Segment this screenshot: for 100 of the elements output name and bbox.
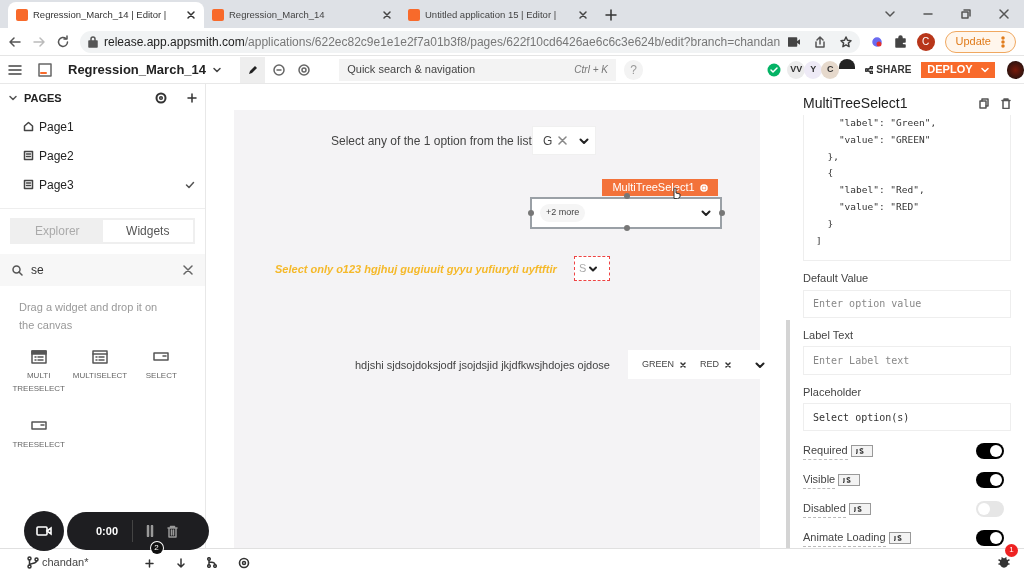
pause-icon[interactable] [145, 525, 156, 537]
js-toggle-icon[interactable] [848, 503, 871, 515]
settings-icon[interactable] [237, 556, 250, 569]
widget-label[interactable]: TREESELECT [9, 438, 68, 451]
user-avatar[interactable]: Y [804, 60, 823, 79]
chevron-down-icon [980, 65, 989, 74]
star-icon[interactable] [839, 35, 852, 48]
back-icon[interactable] [8, 34, 22, 49]
page-item[interactable]: Page1 [0, 112, 205, 141]
field-label: Select only o123 hgjhuj gugiuuit gyyu yufiuryti uyftftir [275, 262, 557, 277]
new-tab-icon[interactable] [604, 8, 618, 22]
favicon-icon [408, 9, 420, 21]
restore-icon[interactable] [960, 8, 972, 20]
logo-icon[interactable] [38, 62, 52, 77]
close-icon[interactable] [680, 361, 686, 368]
edit-mode-button[interactable] [240, 56, 266, 83]
branch-icon [27, 556, 39, 569]
extension-icon[interactable] [869, 34, 884, 49]
page-item[interactable]: Page3 [0, 170, 205, 199]
widget-label[interactable]: MULTISELECT [71, 369, 129, 382]
camera-icon[interactable] [787, 36, 800, 47]
delete-icon[interactable] [1001, 98, 1011, 109]
multi-select-field[interactable]: +2 more [530, 197, 722, 229]
user-avatar[interactable]: C [821, 60, 840, 79]
shortcut-hint: Ctrl + K [574, 63, 608, 77]
close-icon[interactable] [725, 361, 732, 368]
resize-handle[interactable] [719, 210, 725, 216]
comment-icon[interactable] [273, 63, 286, 76]
js-toggle-icon[interactable] [838, 474, 861, 486]
puzzle-icon[interactable] [893, 35, 907, 48]
browser-tab[interactable]: Untitled application 15 | Editor | [400, 2, 596, 28]
widget-icon[interactable] [153, 350, 170, 364]
close-icon[interactable] [183, 265, 193, 275]
branch-button[interactable]: chandan* [27, 554, 89, 571]
page-item[interactable]: Page2 [0, 141, 205, 170]
close-icon[interactable] [186, 10, 196, 20]
toggle-label: Required [803, 442, 848, 460]
copy-icon[interactable] [979, 98, 989, 109]
merge-icon[interactable] [206, 557, 217, 568]
widget-icon[interactable] [30, 350, 47, 364]
browser-tab[interactable]: Regression_March_14 [204, 2, 400, 28]
select-field[interactable]: G [532, 126, 596, 155]
clear-icon [558, 136, 568, 145]
user-avatar[interactable] [1006, 60, 1024, 79]
page-icon [23, 179, 34, 190]
camera-icon [36, 525, 52, 537]
delete-icon[interactable] [167, 524, 179, 538]
home-icon [23, 121, 34, 132]
pull-icon[interactable] [175, 557, 186, 568]
reload-icon[interactable] [56, 34, 70, 49]
input-field[interactable]: Select option(s) [803, 403, 1011, 431]
toggle-switch[interactable] [976, 472, 1004, 488]
resize-handle[interactable] [624, 225, 630, 231]
widget-label[interactable]: SELECT [132, 369, 191, 382]
user-avatar[interactable]: VV [787, 60, 806, 79]
toggle-switch[interactable] [976, 501, 1004, 517]
settings-icon [699, 183, 708, 192]
eye-icon[interactable] [297, 63, 312, 76]
chevron-down-icon[interactable] [884, 8, 896, 20]
sidebar-tab[interactable]: Widgets [102, 220, 193, 242]
input-field[interactable]: Enter option value [803, 289, 1011, 318]
close-icon[interactable] [382, 10, 392, 20]
search-icon [12, 264, 23, 276]
favicon-icon [212, 9, 224, 21]
user-avatar[interactable] [839, 58, 856, 69]
favicon-icon [16, 9, 28, 21]
add-icon[interactable] [144, 558, 154, 568]
search-field[interactable]: Quick search & navigation Ctrl + K [339, 58, 616, 81]
profile-avatar[interactable]: C [916, 32, 935, 51]
widget-icon[interactable] [30, 419, 47, 433]
menu-icon[interactable] [8, 63, 22, 76]
panel-title: MultiTreeSelect1 [803, 94, 909, 113]
app-name[interactable]: Regression_March_14 [68, 59, 206, 80]
widget-label[interactable]: MULTI TREESELECT [9, 369, 68, 395]
lock-icon [88, 35, 98, 48]
js-toggle-icon[interactable] [850, 445, 873, 457]
toggle-label: Disabled [803, 500, 846, 518]
resize-handle[interactable] [528, 210, 534, 216]
search-field[interactable]: se [0, 254, 205, 286]
toggle-switch[interactable] [976, 530, 1004, 546]
bug-icon[interactable] [998, 555, 1010, 568]
add-icon[interactable] [187, 93, 197, 103]
count-badge: 2 [150, 541, 163, 554]
close-icon[interactable] [998, 8, 1010, 20]
scrollbar[interactable] [786, 320, 790, 548]
share-button[interactable]: SHARE [865, 62, 912, 77]
browser-tab[interactable]: Regression_March_14 | Editor | [8, 2, 204, 28]
widget-icon[interactable] [92, 350, 108, 364]
chevron-down-icon[interactable] [8, 93, 18, 103]
tag-chip[interactable]: +2 more [540, 204, 586, 222]
code-editor[interactable]: "label": "Green", "value": "GREEN" }, { "label": "Red", "value": "RED" } ] [803, 115, 1011, 262]
resize-handle[interactable] [624, 193, 630, 199]
address-bar[interactable]: release.app.appsmith.com/applications/622ec82c9e1e1e2f7a01b3f8/pages/622f10cd6426ae6c6c3e624b/edit?branch=chandan [80, 30, 860, 53]
input-field[interactable]: Enter Label text [803, 346, 1011, 375]
share-icon[interactable] [813, 35, 826, 48]
field-label: Select any of the 1 option from the list [331, 133, 532, 150]
js-toggle-icon[interactable] [888, 532, 911, 544]
settings-icon[interactable] [155, 92, 167, 104]
close-icon[interactable] [578, 10, 588, 20]
toggle-switch[interactable] [976, 443, 1004, 459]
